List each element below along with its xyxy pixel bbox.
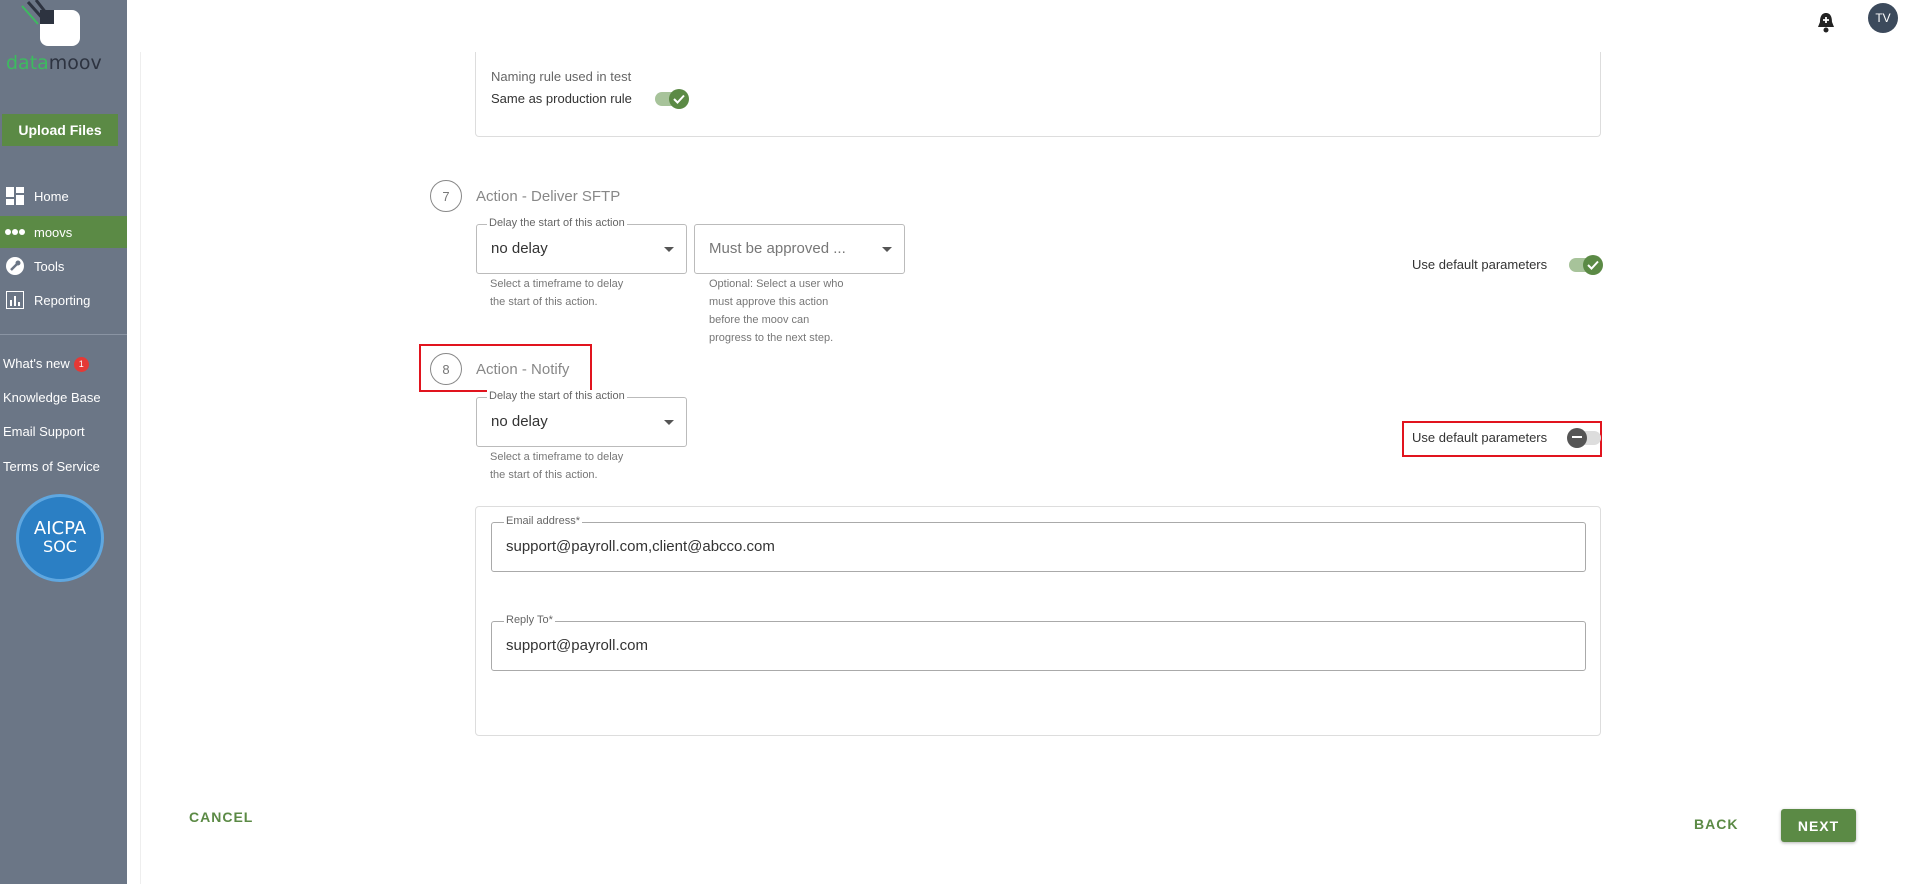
aicpa-soc-badge: AICPA SOC (16, 494, 104, 582)
upload-files-button[interactable]: Upload Files (2, 114, 118, 146)
whats-new-label: What's new (3, 356, 70, 371)
delay-select-legend: Delay the start of this action (487, 217, 627, 229)
reply-to-value: support@payroll.com (506, 637, 648, 654)
naming-rule-card (475, 52, 1601, 137)
step-8-number: 8 (430, 353, 462, 385)
same-as-production-toggle[interactable] (655, 89, 689, 109)
reply-to-field[interactable]: Reply To* support@payroll.com (491, 614, 1586, 671)
helper-line: Select a timeframe to delay (490, 451, 624, 463)
sidebar-item-tools[interactable]: Tools (0, 250, 127, 282)
step-7-title: Action - Deliver SFTP (476, 188, 621, 205)
whats-new-link[interactable]: What's new 1 (3, 356, 89, 372)
top-bar (127, 0, 1906, 52)
sidebar-item-reporting[interactable]: Reporting (0, 284, 127, 316)
knowledge-base-link[interactable]: Knowledge Base (3, 390, 101, 405)
dropdown-arrow-icon (882, 247, 892, 252)
helper-line: must approve this action (709, 296, 829, 308)
main-content (140, 52, 1906, 884)
step-7-approver-select[interactable]: Must be approved ... (694, 224, 905, 274)
step-7-delay-select[interactable]: Delay the start of this action no delay (476, 217, 687, 274)
sidebar-item-label: Reporting (34, 292, 91, 308)
sidebar-item-label: moovs (34, 224, 73, 240)
helper-line: Select a timeframe to delay (490, 278, 624, 290)
step-7-default-params-label: Use default parameters (1412, 257, 1548, 272)
cancel-button[interactable]: CANCEL (189, 809, 253, 825)
check-icon (1583, 255, 1603, 275)
step-7-delay-helper: Select a timeframe to delay the start of… (490, 275, 623, 311)
minus-icon (1567, 428, 1587, 448)
notification-count-badge: 1 (73, 357, 89, 372)
naming-rule-label: Naming rule used in test (491, 69, 632, 84)
step-8-title: Action - Notify (476, 361, 570, 378)
sidebar-item-label: Tools (34, 258, 65, 274)
email-address-value: support@payroll.com,client@abcco.com (506, 538, 775, 555)
helper-line: the start of this action. (490, 469, 598, 481)
helper-line: Optional: Select a user who (709, 278, 844, 290)
sidebar-item-home[interactable]: Home (0, 180, 127, 212)
terms-of-service-link[interactable]: Terms of Service (3, 459, 100, 474)
delay-select-legend: Delay the start of this action (487, 390, 627, 402)
helper-line: progress to the next step. (709, 332, 834, 344)
dropdown-arrow-icon (664, 420, 674, 425)
step-7-number: 7 (430, 180, 462, 212)
soc-badge-line1: AICPA (33, 518, 87, 539)
logo-text-data: data (6, 52, 49, 74)
back-button[interactable]: BACK (1694, 816, 1738, 832)
email-support-link[interactable]: Email Support (3, 424, 85, 439)
dashboard-icon (5, 186, 25, 206)
soc-badge-line2: SOC (43, 537, 77, 556)
check-icon (669, 89, 689, 109)
step-7-default-params-toggle[interactable] (1569, 255, 1603, 275)
logo-mark-icon (21, 0, 80, 46)
delay-select-value: no delay (491, 413, 548, 430)
sidebar-item-label: Home (34, 188, 69, 204)
helper-line: before the moov can (709, 314, 810, 326)
step-8-delay-helper: Select a timeframe to delay the start of… (490, 448, 623, 484)
email-address-legend: Email address* (504, 515, 582, 527)
delay-select-value: no delay (491, 240, 548, 257)
next-button[interactable]: NEXT (1781, 809, 1856, 842)
sidebar: datamoov Upload Files Home moovs Tools R… (0, 0, 127, 884)
step-8-default-params-label: Use default parameters (1412, 430, 1548, 445)
sidebar-item-moovs[interactable]: moovs (0, 216, 127, 248)
approver-select-placeholder: Must be approved ... (709, 240, 846, 257)
dots-icon (5, 222, 25, 242)
chart-icon (5, 290, 25, 310)
logo-text-moov: moov (48, 52, 102, 74)
logo[interactable]: datamoov (0, 0, 127, 80)
avatar[interactable]: TV (1868, 3, 1898, 33)
same-as-production-label: Same as production rule (491, 91, 632, 106)
step-7-approver-helper: Optional: Select a user who must approve… (709, 275, 844, 347)
email-address-field[interactable]: Email address* support@payroll.com,clien… (491, 515, 1586, 572)
reply-to-legend: Reply To* (504, 614, 555, 626)
step-8-delay-select[interactable]: Delay the start of this action no delay (476, 390, 687, 447)
helper-line: the start of this action. (490, 296, 598, 308)
bell-icon[interactable] (1815, 11, 1837, 33)
step-8-default-params-toggle[interactable] (1567, 428, 1601, 448)
dropdown-arrow-icon (664, 247, 674, 252)
sidebar-divider (0, 334, 127, 335)
wrench-icon (5, 256, 25, 276)
